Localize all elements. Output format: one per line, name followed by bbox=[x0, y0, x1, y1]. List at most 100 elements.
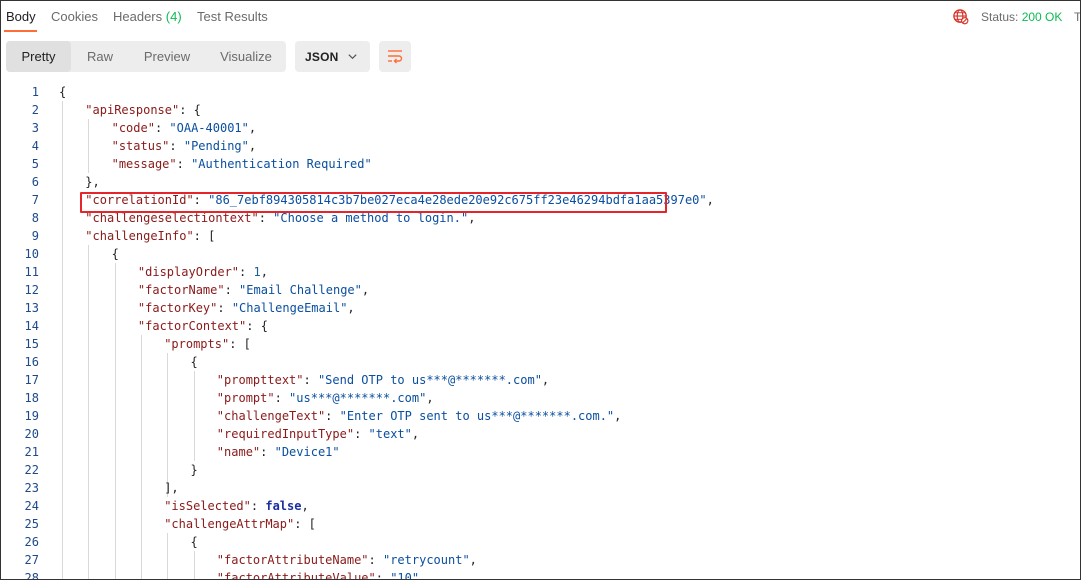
json-punctuation: { bbox=[59, 85, 67, 99]
line-number: 22 bbox=[24, 463, 39, 477]
mode-visualize[interactable]: Visualize bbox=[208, 41, 284, 72]
line-number: 5 bbox=[31, 157, 39, 171]
json-value: false bbox=[265, 499, 302, 513]
code-line: 19 "challengeText": "Enter OTP sent to us… bbox=[1, 407, 1080, 425]
json-colon: : bbox=[368, 553, 383, 567]
json-punctuation: , bbox=[347, 301, 355, 315]
json-punctuation: , bbox=[706, 193, 714, 207]
json-punctuation: , bbox=[260, 265, 268, 279]
line-number: 13 bbox=[24, 301, 39, 315]
json-key: "isSelected" bbox=[164, 499, 251, 513]
code-text: "prompt": "us***@*******.com", bbox=[217, 389, 434, 407]
json-key: "message" bbox=[111, 157, 177, 171]
json-key: "displayOrder" bbox=[137, 265, 240, 279]
code-text: "name": "Device1" bbox=[217, 443, 340, 461]
json-key: "code" bbox=[111, 121, 155, 135]
json-key: "correlationId" bbox=[85, 193, 194, 207]
code-line: 3 "code": "OAA-40001", bbox=[1, 119, 1080, 137]
json-punctuation: }, bbox=[85, 175, 100, 189]
json-value: "retrycount" bbox=[382, 553, 470, 567]
line-number: 19 bbox=[24, 409, 39, 423]
json-key: "factorKey" bbox=[137, 301, 218, 315]
line-number: 25 bbox=[24, 517, 39, 531]
json-colon: : bbox=[260, 445, 275, 459]
line-number: 14 bbox=[24, 319, 39, 333]
json-colon: : bbox=[274, 391, 290, 405]
code-text: "factorAttributeValue": "10" bbox=[216, 569, 420, 580]
json-colon: : bbox=[250, 499, 266, 513]
code-line: 13 "factorKey": "ChallengeEmail", bbox=[1, 299, 1080, 317]
json-punctuation: : { bbox=[179, 103, 201, 117]
line-number: 7 bbox=[31, 193, 39, 207]
code-text: "correlationId": "86_7ebf894305814c3b7be… bbox=[85, 191, 714, 209]
json-colon: : bbox=[375, 571, 391, 580]
json-value: "OAA-40001" bbox=[169, 121, 249, 135]
tab-headers[interactable]: Headers (4) bbox=[113, 9, 182, 24]
code-line: 4 "status": "Pending", bbox=[1, 137, 1080, 155]
json-colon: : bbox=[239, 265, 254, 279]
mode-raw[interactable]: Raw bbox=[73, 41, 127, 72]
line-number: 18 bbox=[24, 391, 39, 405]
json-value: 1 bbox=[253, 265, 261, 279]
status-value[interactable]: 200 OK bbox=[1022, 10, 1063, 24]
mode-pretty[interactable]: Pretty bbox=[6, 41, 71, 72]
globe-icon[interactable] bbox=[952, 8, 969, 25]
status-text: Status: 200 OK bbox=[981, 10, 1062, 24]
json-value: "Device1" bbox=[274, 445, 340, 459]
mode-preview[interactable]: Preview bbox=[131, 41, 203, 72]
code-line: 28 "factorAttributeValue": "10" bbox=[1, 569, 1080, 580]
tab-body[interactable]: Body bbox=[6, 9, 36, 24]
json-key: "factorAttributeName" bbox=[216, 553, 369, 567]
code-line: 16 { bbox=[1, 353, 1080, 371]
code-line: 2 "apiResponse": { bbox=[1, 101, 1080, 119]
json-colon: : bbox=[176, 157, 192, 171]
json-value: "Enter OTP sent to us***@*******.com." bbox=[339, 409, 615, 423]
json-punctuation: , bbox=[301, 499, 309, 513]
line-number: 11 bbox=[24, 265, 39, 279]
json-colon: : bbox=[154, 121, 170, 135]
json-key: "apiResponse" bbox=[85, 103, 180, 117]
line-number: 1 bbox=[31, 85, 39, 99]
json-key: "challengeInfo" bbox=[85, 229, 194, 243]
code-line: 23], bbox=[1, 479, 1080, 497]
json-punctuation: , bbox=[361, 283, 370, 297]
tab-test-results[interactable]: Test Results bbox=[197, 9, 268, 24]
wrap-lines-button[interactable] bbox=[379, 41, 411, 72]
code-line: 9 "challengeInfo": [ bbox=[1, 227, 1080, 245]
json-punctuation: { bbox=[190, 535, 198, 549]
json-punctuation: } bbox=[190, 463, 198, 477]
json-colon: : bbox=[224, 283, 240, 297]
code-text: } bbox=[191, 461, 198, 479]
json-colon: : bbox=[169, 139, 184, 153]
json-key: "challengeselectiontext" bbox=[85, 211, 259, 225]
format-select-value: JSON bbox=[305, 50, 339, 64]
json-colon: : bbox=[258, 211, 274, 225]
json-key: "factorAttributeValue" bbox=[216, 571, 376, 580]
code-text: "challengeInfo": [ bbox=[85, 227, 215, 245]
format-select[interactable]: JSON bbox=[295, 41, 370, 72]
json-punctuation: : [ bbox=[193, 229, 216, 243]
line-number: 20 bbox=[24, 427, 39, 441]
json-colon: : bbox=[325, 409, 340, 423]
json-value: "86_7ebf894305814c3b7be027eca4e28ede20e9… bbox=[208, 193, 707, 207]
code-line: 14 "factorContext": { bbox=[1, 317, 1080, 335]
json-value: "10" bbox=[390, 571, 420, 580]
tab-cookies[interactable]: Cookies bbox=[51, 9, 98, 24]
json-punctuation: : { bbox=[246, 319, 268, 333]
json-punctuation: { bbox=[111, 247, 119, 261]
code-line: 21 "name": "Device1" bbox=[1, 443, 1080, 461]
json-value: "Choose a method to login." bbox=[273, 211, 469, 225]
code-line: 25 "challengeAttrMap": [ bbox=[1, 515, 1080, 533]
code-line: 15 "prompts": [ bbox=[1, 335, 1080, 353]
code-line: 1{ bbox=[1, 83, 1080, 101]
json-punctuation: { bbox=[190, 355, 198, 369]
json-punctuation: , bbox=[248, 139, 257, 153]
code-text: "code": "OAA-40001", bbox=[112, 119, 257, 137]
json-punctuation: , bbox=[468, 211, 476, 225]
code-line: 18 "prompt": "us***@*******.com", bbox=[1, 389, 1080, 407]
code-text: "apiResponse": { bbox=[85, 101, 201, 119]
line-number: 8 bbox=[31, 211, 39, 225]
line-number: 24 bbox=[24, 499, 39, 513]
json-value: "text" bbox=[368, 427, 412, 441]
json-value: "Send OTP to us***@*******.com" bbox=[317, 373, 542, 387]
